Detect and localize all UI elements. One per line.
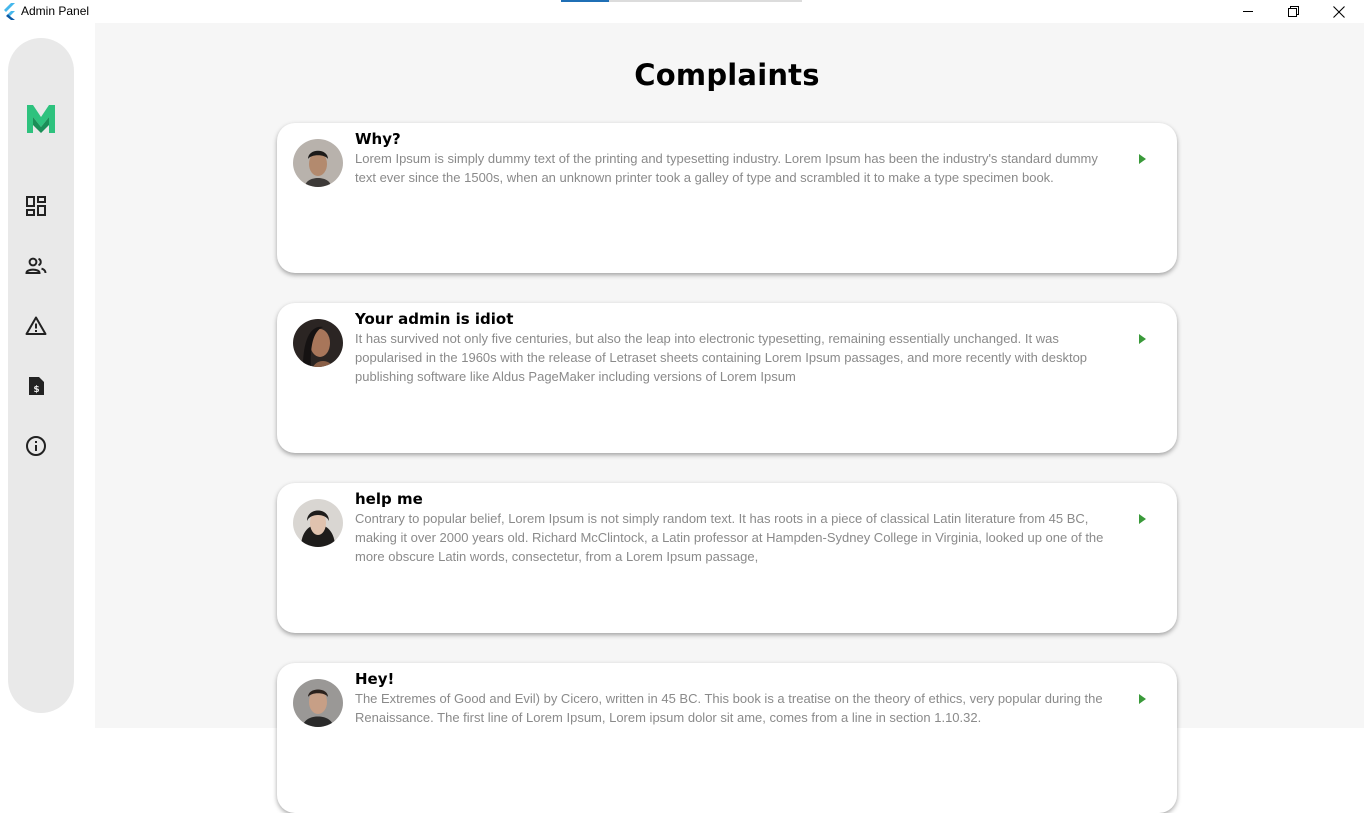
avatar [293,139,343,187]
complaint-card[interactable]: Why? Lorem Ipsum is simply dummy text of… [277,123,1177,273]
window-titlebar: Admin Panel [0,0,1364,23]
complaint-card[interactable]: Hey! The Extremes of Good and Evil) by C… [277,663,1177,813]
minimize-button[interactable] [1225,0,1271,23]
arrow-right-icon [1139,694,1146,704]
svg-text:$: $ [33,385,39,395]
brand-m-logo-icon [27,105,55,133]
arrow-right-icon [1139,334,1146,344]
sidebar: $ [8,38,74,713]
avatar [293,319,343,367]
window-title: Admin Panel [21,4,90,18]
avatar [293,499,343,547]
avatar [293,679,343,727]
arrow-right-icon [1139,154,1146,164]
complaint-text: Lorem Ipsum is simply dummy text of the … [355,151,1098,185]
close-button[interactable] [1316,0,1362,23]
complaint-text: Contrary to popular belief, Lorem Ipsum … [355,511,1104,564]
complaint-title: help me [355,490,423,508]
complaint-title: Hey! [355,670,395,688]
complaint-title: Your admin is idiot [355,310,514,328]
sidebar-item-about[interactable] [24,434,48,458]
restore-icon [1287,6,1299,17]
main-area: $ Complaints Why? Lorem Ipsum is simply … [0,23,1364,813]
people-icon [25,257,47,274]
invoice-icon: $ [29,377,44,395]
sidebar-item-users[interactable] [24,254,48,278]
sidebar-item-complaints[interactable] [24,314,48,338]
complaint-text: It has survived not only five centuries,… [355,331,1088,384]
loading-progress-bar [561,0,802,2]
complaint-text: The Extremes of Good and Evil) by Cicero… [355,691,1103,725]
complaint-card[interactable]: Your admin is idiot It has survived not … [277,303,1177,453]
close-icon [1333,5,1345,18]
sidebar-item-dashboard[interactable] [24,194,48,218]
info-icon [26,436,46,456]
arrow-right-icon [1139,514,1146,524]
dashboard-icon [26,196,46,216]
page-title: Complaints [634,58,820,92]
complaint-card[interactable]: help me Contrary to popular belief, Lore… [277,483,1177,633]
minimize-icon [1242,11,1253,12]
sidebar-item-billing[interactable]: $ [24,374,48,398]
warning-icon [25,316,47,335]
complaint-title: Why? [355,130,401,148]
flutter-icon [4,3,15,20]
restore-button[interactable] [1270,0,1316,23]
